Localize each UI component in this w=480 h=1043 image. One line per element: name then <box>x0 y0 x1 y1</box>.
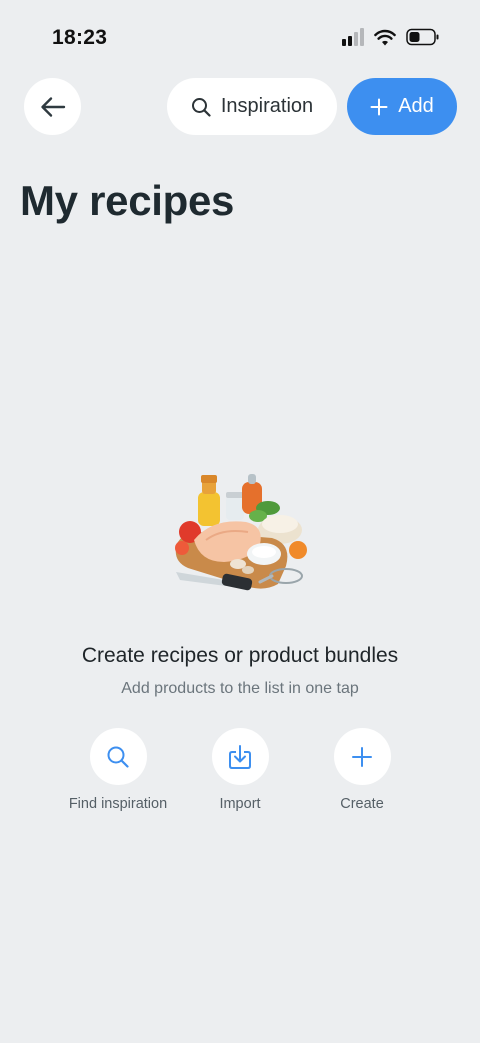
status-time: 18:23 <box>52 26 108 49</box>
empty-state-subtitle: Add products to the list in one tap <box>121 680 359 697</box>
arrow-left-icon <box>40 96 65 117</box>
import-button[interactable] <box>211 728 269 785</box>
add-label: Add <box>398 95 434 117</box>
create-label: Create <box>340 796 384 812</box>
screen: 18:23 Inspiration Add My recipes Create … <box>0 0 480 1043</box>
search-icon <box>107 746 129 768</box>
create-action[interactable]: Create <box>297 728 427 812</box>
status-icons <box>342 28 440 46</box>
plus-icon <box>352 746 372 767</box>
battery-icon <box>406 28 439 46</box>
import-label: Import <box>219 796 261 812</box>
plus-icon <box>370 98 388 115</box>
back-button[interactable] <box>24 78 81 135</box>
search-icon <box>191 97 211 117</box>
find-inspiration-button[interactable] <box>89 728 147 785</box>
food-ingredients-illustration <box>175 474 307 591</box>
import-icon <box>229 744 251 769</box>
page-title: My recipes <box>20 177 235 224</box>
import-action[interactable]: Import <box>175 728 305 812</box>
add-button[interactable]: Add <box>347 78 457 135</box>
quick-actions: Find inspiration Import Create <box>0 728 480 818</box>
signal-icon <box>342 28 364 46</box>
empty-state-title: Create recipes or product bundles <box>81 644 399 667</box>
header: Inspiration Add <box>0 78 480 136</box>
inspiration-label: Inspiration <box>220 95 314 117</box>
create-button[interactable] <box>333 728 391 785</box>
find-inspiration-action[interactable]: Find inspiration <box>53 728 183 812</box>
status-bar: 18:23 <box>0 0 480 78</box>
find-inspiration-label: Find inspiration <box>68 796 168 812</box>
inspiration-button[interactable]: Inspiration <box>167 78 337 135</box>
wifi-icon <box>374 29 396 45</box>
